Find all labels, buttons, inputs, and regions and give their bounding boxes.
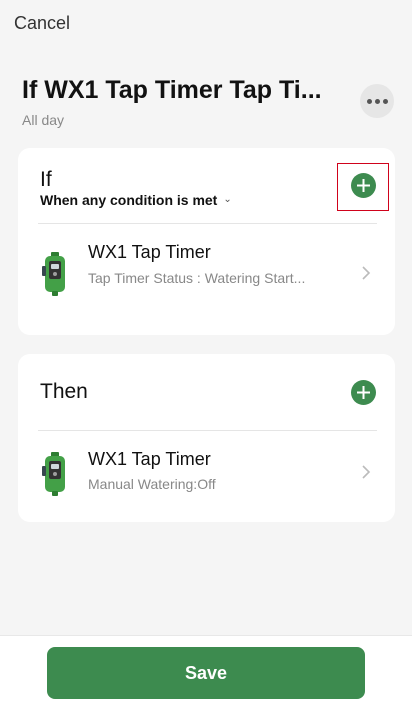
automation-edit-screen: Cancel If WX1 Tap Timer Tap Ti... All da… <box>0 0 412 711</box>
add-condition-button[interactable] <box>351 173 376 198</box>
save-button[interactable]: Save <box>47 647 365 699</box>
more-dot <box>374 98 380 104</box>
condition-mode-label: When any condition is met <box>40 192 218 208</box>
plus-circle-icon <box>357 179 370 192</box>
more-horizontal-icon <box>366 98 372 104</box>
action-item-title: WX1 Tap Timer <box>88 449 211 469</box>
more-dot <box>382 98 388 104</box>
add-action-button[interactable] <box>351 380 376 405</box>
condition-item-subtitle: Tap Timer Status : Watering Start... <box>88 270 306 286</box>
if-section-title: If <box>40 168 52 191</box>
divider <box>38 223 377 224</box>
condition-item-title: WX1 Tap Timer <box>88 242 211 262</box>
divider <box>38 430 377 431</box>
cancel-button[interactable]: Cancel <box>14 13 70 34</box>
action-item[interactable]: WX1 Tap Timer Manual Watering:Off <box>18 434 395 514</box>
condition-item[interactable]: WX1 Tap Timer Tap Timer Status : Waterin… <box>18 226 395 316</box>
chevron-right-icon <box>362 266 371 280</box>
bottom-bar: Save <box>0 635 412 711</box>
schedule-subtitle: All day <box>22 112 65 128</box>
more-options-button[interactable] <box>360 84 394 118</box>
chevron-down-icon: ⌄ <box>223 193 232 205</box>
then-section-title: Then <box>40 380 88 403</box>
plus-circle-icon <box>357 386 370 399</box>
page-title: If WX1 Tap Timer Tap Ti... <box>22 76 322 104</box>
tap-timer-device-icon <box>42 252 65 296</box>
condition-mode-dropdown[interactable]: When any condition is met ⌄ <box>40 192 232 208</box>
then-card: Then WX1 Tap Timer Manual Watering:Off <box>18 354 395 522</box>
if-card: If When any condition is met ⌄ WX1 Tap T… <box>18 148 395 335</box>
tap-timer-device-icon <box>42 452 65 496</box>
chevron-right-icon <box>362 465 371 479</box>
action-item-subtitle: Manual Watering:Off <box>88 476 216 492</box>
